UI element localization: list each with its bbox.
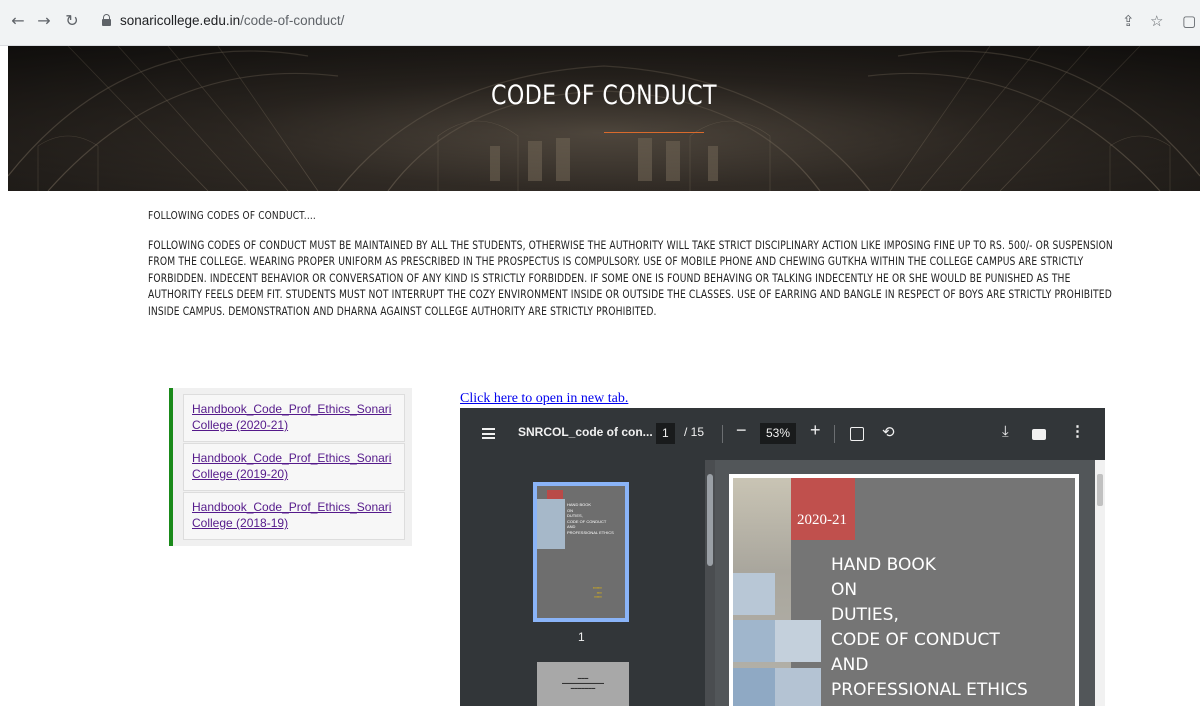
url-path: /code-of-conduct/: [240, 13, 345, 28]
cover-page: 2020-21 HAND BOOK ON DUTIES, CODE OF CON…: [733, 478, 1075, 706]
thumbnail-sidebar: HAND BOOK ON DUTIES, CODE OF CONDUCT AND…: [460, 460, 715, 706]
rotate-icon[interactable]: ⟲: [882, 423, 895, 441]
back-icon[interactable]: ←: [8, 11, 28, 31]
cover-year: 2020-21: [797, 512, 847, 528]
cover-block: [775, 620, 821, 662]
pdf-filename: SNRCOL_code of con...: [518, 425, 653, 439]
list-item: Handbook_Code_Prof_Ethics_Sonari College…: [183, 443, 405, 491]
fit-page-icon[interactable]: [850, 427, 864, 441]
forward-icon[interactable]: →: [34, 11, 54, 31]
thumbnail-red-block: [547, 490, 563, 499]
browser-toolbar: ← → ↻ sonaricollege.edu.in/code-of-condu…: [0, 0, 1200, 46]
hero-background-image: [8, 46, 1200, 191]
side-panel-icon[interactable]: ▢: [1182, 12, 1196, 30]
thumbnail-text-lines: ▬▬▬ ▬▬▬▬▬▬▬▬▬▬▬▬ ▬▬▬▬▬▬▬: [562, 676, 604, 690]
toolbar-divider: [834, 425, 835, 443]
thumbnail-scrollbar[interactable]: [705, 460, 715, 706]
page-content: CODE OF CONDUCT FOLLOWING CODES OF CONDU…: [8, 46, 1200, 706]
thumbnail-footer: ▪▪▪▪▪▪▪ ▪▪▪▪ ▪▪▪▪▪▪: [593, 586, 602, 599]
lock-icon[interactable]: [102, 14, 111, 26]
bookmark-star-icon[interactable]: ☆: [1150, 12, 1163, 30]
intro-heading: FOLLOWING CODES OF CONDUCT....: [148, 209, 316, 222]
hero-banner: CODE OF CONDUCT: [8, 46, 1200, 191]
pdf-page-area: 2020-21 HAND BOOK ON DUTIES, CODE OF CON…: [715, 460, 1105, 706]
pdf-toolbar: SNRCOL_code of con... 1 / 15 − 53% + ⟲ ⤓…: [460, 408, 1105, 460]
thumbnail-page-number: 1: [578, 630, 585, 644]
reload-icon[interactable]: ↻: [62, 11, 82, 31]
pdf-scrollbar[interactable]: [1095, 460, 1105, 706]
page-thumbnail[interactable]: HAND BOOK ON DUTIES, CODE OF CONDUCT AND…: [533, 482, 629, 622]
page-title: CODE OF CONDUCT: [490, 80, 717, 111]
pdf-page: 2020-21 HAND BOOK ON DUTIES, CODE OF CON…: [729, 474, 1079, 706]
intro-paragraph: FOLLOWING CODES OF CONDUCT MUST BE MAINT…: [148, 239, 1113, 318]
open-new-tab-link[interactable]: Click here to open in new tab.: [460, 391, 628, 407]
handbook-link-2020-21[interactable]: Handbook_Code_Prof_Ethics_Sonari College…: [192, 401, 396, 433]
total-pages: / 15: [684, 425, 705, 439]
address-bar[interactable]: sonaricollege.edu.in/code-of-conduct/: [96, 8, 1176, 36]
handbook-links-panel: Handbook_Code_Prof_Ethics_Sonari College…: [169, 388, 412, 546]
title-underline: [604, 132, 704, 133]
thumbnail-blue-blocks: [537, 499, 565, 549]
zoom-out-icon[interactable]: −: [736, 420, 747, 441]
url-domain: sonaricollege.edu.in: [120, 13, 241, 28]
zoom-in-icon[interactable]: +: [810, 420, 821, 441]
cover-block: [733, 668, 775, 706]
list-item: Handbook_Code_Prof_Ethics_Sonari College…: [183, 492, 405, 540]
handbook-link-2019-20[interactable]: Handbook_Code_Prof_Ethics_Sonari College…: [192, 450, 396, 482]
page-thumbnail[interactable]: ▬▬▬ ▬▬▬▬▬▬▬▬▬▬▬▬ ▬▬▬▬▬▬▬: [537, 662, 629, 706]
cover-block: [733, 573, 775, 615]
print-icon[interactable]: [1032, 429, 1046, 440]
share-icon[interactable]: ⇪: [1122, 12, 1135, 30]
cover-block: [733, 620, 775, 662]
more-options-icon[interactable]: ⋮: [1070, 422, 1085, 440]
toolbar-divider: [722, 425, 723, 443]
page-number-input[interactable]: 1: [656, 423, 675, 444]
list-item: Handbook_Code_Prof_Ethics_Sonari College…: [183, 394, 405, 442]
thumbnail-title: HAND BOOK ON DUTIES, CODE OF CONDUCT AND…: [567, 502, 614, 535]
url-text[interactable]: sonaricollege.edu.in/code-of-conduct/: [120, 13, 344, 28]
cover-block: [775, 668, 821, 706]
download-icon[interactable]: ⤓: [1002, 422, 1009, 440]
pdf-viewer: SNRCOL_code of con... 1 / 15 − 53% + ⟲ ⤓…: [460, 408, 1105, 706]
menu-icon[interactable]: [482, 428, 495, 439]
cover-red-block: [791, 478, 855, 540]
cover-title: HAND BOOK ON DUTIES, CODE OF CONDUCT AND…: [831, 555, 1028, 700]
handbook-link-2018-19[interactable]: Handbook_Code_Prof_Ethics_Sonari College…: [192, 499, 396, 531]
zoom-level-input[interactable]: 53%: [760, 423, 797, 444]
